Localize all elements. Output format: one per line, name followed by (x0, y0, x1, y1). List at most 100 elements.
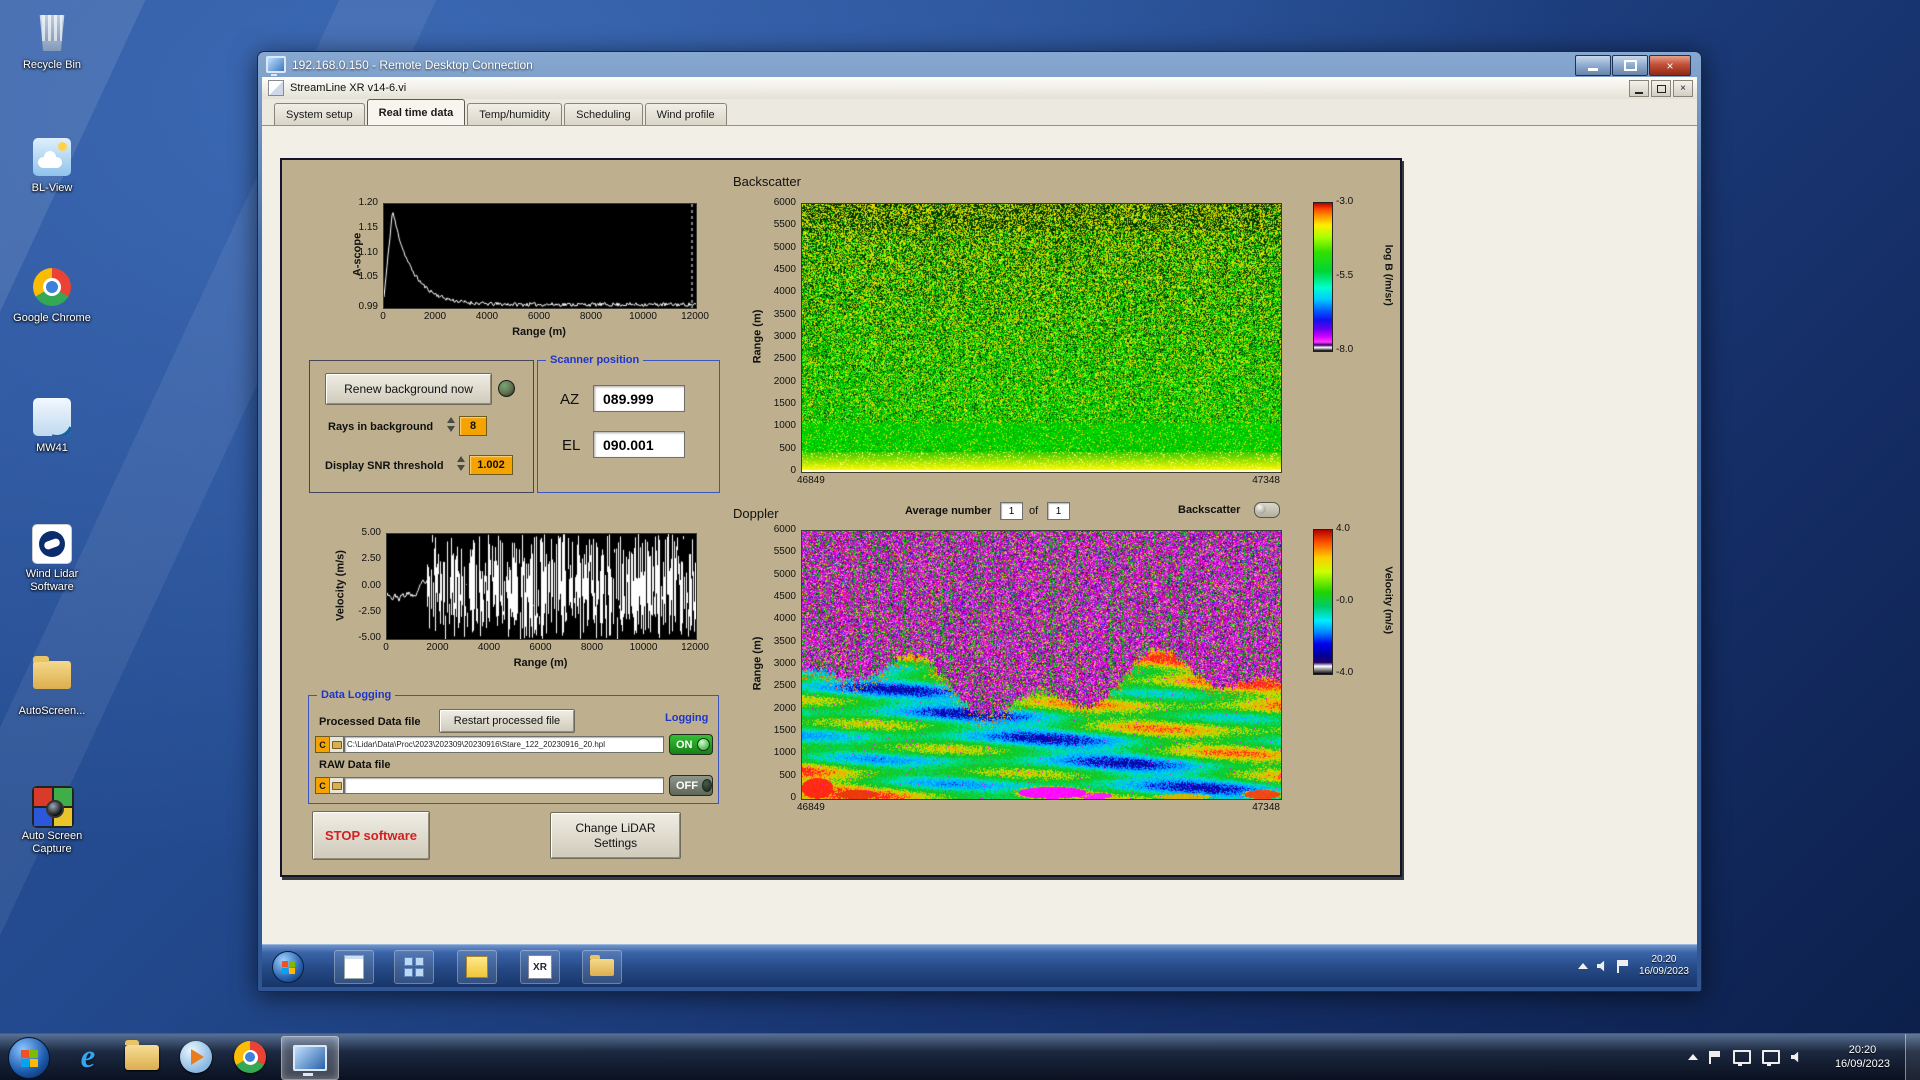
backscatter-colorbar-label: log B (/m/sr) (1382, 244, 1395, 306)
backscatter-ytick: 5000 (773, 241, 796, 253)
rdp-minimize-button[interactable] (1575, 55, 1611, 76)
auto-screen-capture-icon (32, 786, 74, 828)
doppler-ytick: 500 (779, 769, 796, 781)
average-number-value[interactable]: 1 (1000, 502, 1023, 520)
rdp-title: 192.168.0.150 - Remote Desktop Connectio… (292, 57, 533, 72)
backscatter-ylabel: Range (m) (751, 309, 764, 364)
remote-taskbar-app-window[interactable] (334, 950, 374, 984)
raw-data-file-label: RAW Data file (319, 759, 391, 771)
desktop-icon-autoscreen[interactable]: AutoScreen... (10, 655, 94, 718)
raw-path-drive[interactable]: C (315, 777, 330, 794)
vi-close-button[interactable]: × (1673, 80, 1693, 97)
chrome-icon (33, 268, 71, 306)
processed-path-browse-icon[interactable] (329, 736, 344, 753)
tab-wind-profile[interactable]: Wind profile (644, 103, 727, 125)
raw-logging-toggle[interactable]: OFF (669, 775, 713, 796)
doppler-colorbar-label: Velocity (m/s) (1382, 566, 1395, 635)
desktop-icon-wind-lidar[interactable]: Wind Lidar Software (10, 524, 94, 593)
tray-chevron-icon[interactable] (1688, 1054, 1698, 1060)
vi-restore-button[interactable] (1651, 80, 1671, 97)
stop-software-button[interactable]: STOP software (312, 811, 430, 860)
desktop-icon-label: AutoScreen... (18, 705, 86, 717)
data-logging-group: Data Logging Processed Data file Restart… (308, 688, 719, 804)
remote-taskbar: XR 20:20 16/09/2023 (262, 944, 1697, 987)
raw-path-browse-icon[interactable] (329, 777, 344, 794)
action-center-flag-icon[interactable] (1709, 1050, 1722, 1064)
chrome-icon (234, 1041, 266, 1073)
recycle-bin-icon (39, 15, 65, 51)
snr-spinner[interactable] (457, 455, 466, 472)
doppler-colorbar-tick: -4.0 (1336, 667, 1354, 678)
az-value[interactable]: 089.999 (593, 385, 685, 412)
a-scope-xtick: 2000 (423, 311, 447, 322)
xr-app-icon: XR (528, 955, 552, 979)
change-lidar-settings-button[interactable]: Change LiDAR Settings (550, 812, 681, 859)
rdp-icon (266, 56, 286, 76)
remote-taskbar-streamline-xr[interactable]: XR (520, 950, 560, 984)
taskbar-chrome[interactable] (224, 1036, 276, 1078)
rdp-maximize-button[interactable] (1612, 55, 1648, 76)
backscatter-toggle-label: Backscatter (1178, 504, 1241, 516)
remote-clock[interactable]: 20:20 16/09/2023 (1639, 954, 1689, 979)
on-led-icon (696, 738, 710, 751)
tab-scheduling[interactable]: Scheduling (564, 103, 643, 125)
remote-volume-icon[interactable] (1596, 960, 1605, 972)
processed-logging-toggle[interactable]: ON (669, 734, 713, 755)
remote-taskbar-remote-app[interactable] (394, 950, 434, 984)
autoscreen-folder-icon (33, 656, 71, 689)
start-button[interactable] (8, 1037, 50, 1079)
clock[interactable]: 20:20 16/09/2023 (1835, 1034, 1890, 1080)
processed-path-field[interactable]: C:\Lidar\Data\Proc\2023\202309\20230916\… (344, 736, 664, 753)
backscatter-plot-title: Backscatter (733, 174, 801, 189)
show-desktop-button[interactable] (1905, 1034, 1920, 1080)
taskbar-file-explorer[interactable] (116, 1036, 168, 1078)
average-total-value[interactable]: 1 (1047, 502, 1070, 520)
rdp-titlebar[interactable]: 192.168.0.150 - Remote Desktop Connectio… (262, 52, 1697, 77)
desktop-icon-recycle-bin[interactable]: Recycle Bin (10, 12, 94, 72)
doppler-heatmap: 6000 5500 5000 4500 4000 3500 3000 2500 2000 1500… (737, 518, 1397, 823)
network-icon[interactable] (1762, 1050, 1780, 1066)
rays-spinner[interactable] (447, 416, 456, 433)
remote-taskbar-explorer[interactable] (582, 950, 622, 984)
raw-path-field[interactable] (344, 777, 664, 794)
velocity-xtick: 8000 (580, 642, 604, 653)
el-value[interactable]: 090.001 (593, 431, 685, 458)
background-group: Renew background now Rays in background … (309, 360, 534, 493)
volume-icon[interactable] (1791, 1051, 1799, 1063)
desktop-icon-auto-screen-capture[interactable]: Auto Screen Capture (10, 786, 94, 855)
tab-real-time-data[interactable]: Real time data (366, 99, 466, 125)
taskbar-remote-desktop-active[interactable] (281, 1036, 339, 1080)
folder-icon (590, 954, 614, 976)
average-of-label: of (1029, 505, 1039, 517)
processed-path-drive[interactable]: C (315, 736, 330, 753)
vi-minimize-button[interactable] (1629, 80, 1649, 97)
remote-action-center-icon[interactable] (1616, 959, 1630, 973)
wind-lidar-icon (32, 524, 72, 564)
restart-processed-file-button[interactable]: Restart processed file (439, 709, 575, 733)
taskbar-internet-explorer[interactable]: e (62, 1036, 114, 1078)
window-icon (344, 955, 364, 979)
labview-titlebar[interactable]: StreamLine XR v14-6.vi × (262, 77, 1697, 100)
velocity-xtick: 2000 (426, 642, 449, 653)
remote-clock-time: 20:20 (1651, 953, 1677, 965)
renew-background-button[interactable]: Renew background now (325, 373, 492, 405)
desktop-icon-bl-view[interactable]: BL-View (10, 138, 94, 195)
remote-taskbar-notes[interactable] (457, 950, 497, 984)
tab-temp-humidity[interactable]: Temp/humidity (467, 103, 563, 125)
snr-value[interactable]: 1.002 (469, 455, 513, 475)
a-scope-xtick: 6000 (527, 311, 551, 322)
rdp-close-button[interactable]: × (1649, 55, 1691, 76)
doppler-xtick-left: 46849 (797, 802, 825, 813)
backscatter-toggle[interactable] (1254, 502, 1280, 518)
rdp-status-icon[interactable] (1733, 1050, 1751, 1066)
desktop-icon-google-chrome[interactable]: Google Chrome (10, 268, 94, 325)
processed-data-file-label: Processed Data file (319, 716, 421, 728)
vi-title: StreamLine XR v14-6.vi (290, 82, 407, 94)
taskbar-media-player[interactable] (170, 1036, 222, 1078)
remote-start-button[interactable] (272, 951, 304, 983)
instrument-panel: Backscatter Doppler 1.20 1.15 1.10 1.05 0.99… (280, 158, 1402, 877)
remote-tray-chevron-icon[interactable] (1577, 963, 1588, 969)
tab-system-setup[interactable]: System setup (274, 103, 365, 125)
desktop-icon-mw41[interactable]: MW41 (10, 398, 94, 455)
rays-value[interactable]: 8 (459, 416, 487, 436)
